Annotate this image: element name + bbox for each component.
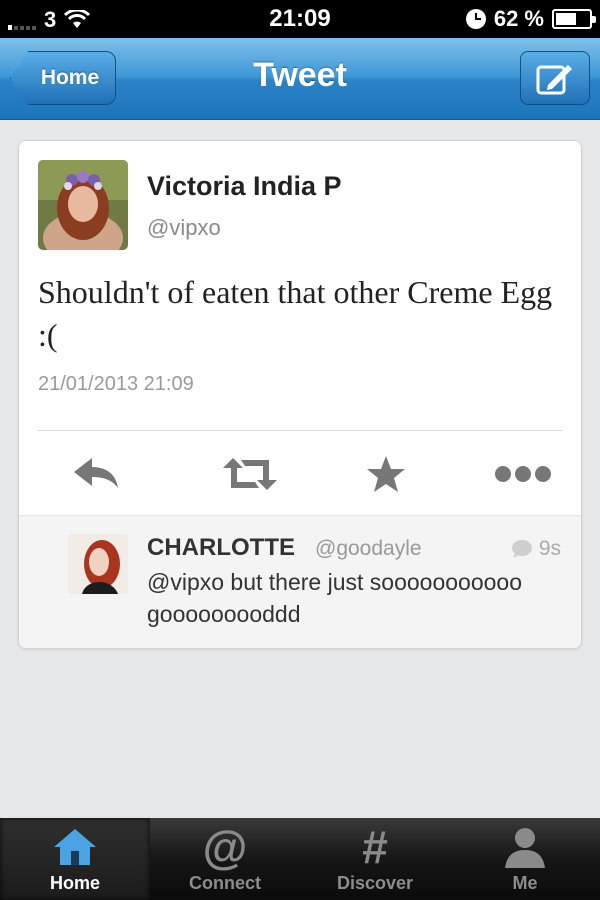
retweet-icon bbox=[223, 458, 277, 490]
reply-button[interactable] bbox=[66, 446, 126, 502]
reply-author-avatar[interactable] bbox=[68, 534, 128, 594]
reply-age-label: 9s bbox=[538, 537, 561, 560]
at-icon: @ bbox=[202, 821, 248, 873]
tab-discover-label: Discover bbox=[336, 873, 414, 893]
hash-icon: # bbox=[362, 821, 388, 873]
tab-me[interactable]: Me bbox=[450, 818, 600, 900]
retweet-button[interactable] bbox=[220, 446, 280, 502]
author-avatar[interactable] bbox=[38, 160, 128, 250]
reply-list-item[interactable]: CHARLOTTE @goodayle 9s @vipxo but there … bbox=[19, 515, 581, 648]
page-title: Tweet bbox=[253, 56, 347, 94]
reply-author-name[interactable]: CHARLOTTE bbox=[147, 534, 295, 562]
tweet-timestamp: 21/01/2013 21:09 bbox=[38, 373, 194, 395]
person-icon bbox=[505, 828, 545, 868]
favorite-button[interactable] bbox=[356, 446, 416, 502]
more-button[interactable] bbox=[493, 446, 553, 502]
tab-me-label: Me bbox=[512, 873, 538, 893]
reply-author-handle[interactable]: @goodayle bbox=[315, 537, 422, 561]
tab-discover[interactable]: # Discover bbox=[300, 818, 450, 900]
compose-tweet-button[interactable] bbox=[520, 51, 590, 105]
divider bbox=[38, 430, 562, 431]
favorite-star-icon bbox=[367, 456, 405, 492]
author-handle[interactable]: @vipxo bbox=[147, 215, 221, 241]
tab-connect[interactable]: @ Connect bbox=[150, 818, 300, 900]
tab-bar: Home @ Connect # Discover Me bbox=[0, 818, 600, 900]
battery-icon bbox=[552, 9, 596, 29]
tab-home-label: Home bbox=[49, 873, 100, 893]
more-icon bbox=[495, 466, 551, 482]
author-name[interactable]: Victoria India P bbox=[147, 171, 342, 202]
house-icon bbox=[54, 829, 96, 865]
compose-icon bbox=[536, 65, 572, 95]
tweet-text: Shouldn't of eaten that other Creme Egg … bbox=[38, 274, 553, 353]
tweet-detail-card: Victoria India P @vipxo Shouldn't of eat… bbox=[18, 140, 582, 649]
speech-bubble-icon bbox=[511, 540, 532, 558]
reply-icon bbox=[74, 458, 118, 488]
alarm-clock-icon bbox=[465, 9, 486, 29]
tab-home[interactable]: Home bbox=[0, 818, 150, 900]
tweet-actions bbox=[19, 446, 581, 502]
status-bar: 3 21:09 62 % bbox=[0, 0, 600, 38]
battery-percent: 62 % bbox=[493, 6, 544, 31]
navigation-bar: Home Tweet bbox=[0, 38, 600, 120]
reply-text: @vipxo but there just sooooooooooo goooo… bbox=[147, 569, 522, 627]
tab-connect-label: Connect bbox=[189, 873, 261, 893]
reply-age: 9s bbox=[511, 537, 561, 561]
